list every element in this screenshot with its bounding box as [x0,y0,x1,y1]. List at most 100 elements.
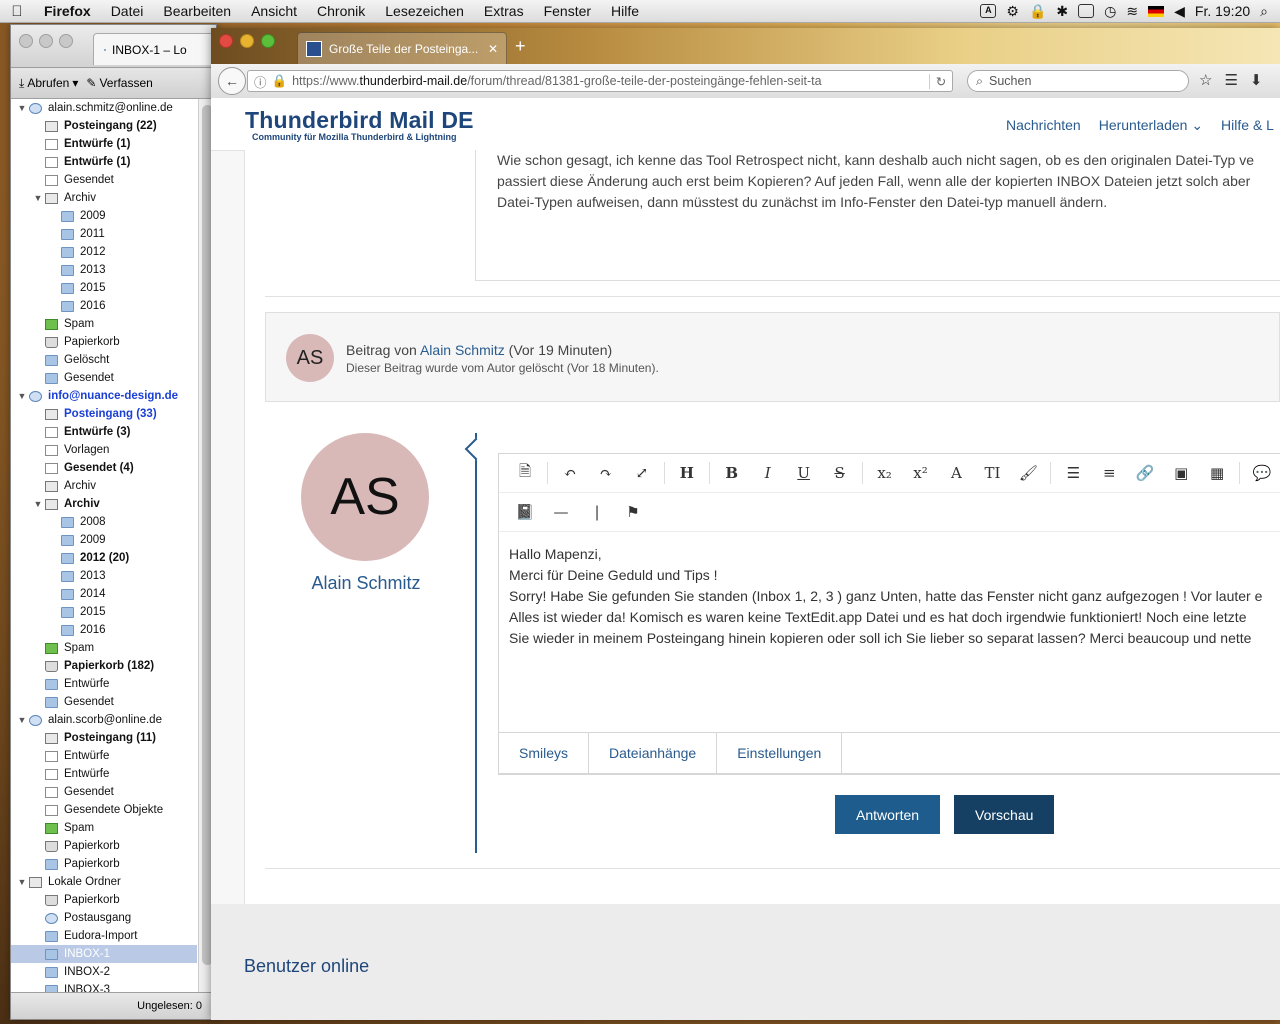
search-field[interactable]: ⌕ Suchen [967,70,1189,92]
menu-ansicht[interactable]: Ansicht [241,3,307,19]
folder-item[interactable]: Postausgang [11,909,197,927]
folder-item[interactable]: Papierkorb (182) [11,657,197,675]
fetch-mail-button[interactable]: ⤓ Abrufen ▾ [19,76,78,91]
zoom-window-button[interactable] [59,34,73,48]
font-size-icon[interactable]: TI [974,464,1010,482]
folder-item[interactable]: 2013 [11,567,197,585]
folder-item[interactable]: ▼ Archiv [11,495,197,513]
zoom-window-button[interactable] [261,34,275,48]
italic-icon[interactable]: I [750,464,786,482]
folder-item[interactable]: 2016 [11,621,197,639]
folder-item[interactable]: Gesendet (4) [11,459,197,477]
undo-icon[interactable]: ↶ [552,464,588,482]
tab-smileys[interactable]: Smileys [499,733,590,773]
menu-fenster[interactable]: Fenster [534,3,601,19]
folder-item[interactable]: ▼ Lokale Ordner [11,873,197,891]
folder-item[interactable]: 2014 [11,585,197,603]
menu-datei[interactable]: Datei [101,3,154,19]
author-link[interactable]: Alain Schmitz [420,342,505,358]
folder-item[interactable]: Papierkorb [11,855,197,873]
folder-item[interactable]: Vorlagen [11,441,197,459]
folder-item[interactable]: Gesendet [11,369,197,387]
author-name-link[interactable]: Alain Schmitz [301,573,431,594]
folder-item[interactable]: 2015 [11,603,197,621]
info-icon[interactable]: ⓘ [254,72,267,91]
reading-list-icon[interactable]: ☰ [1224,71,1237,89]
folder-item[interactable]: 2008 [11,513,197,531]
folder-item[interactable]: 2015 [11,279,197,297]
twisty-icon[interactable]: ▼ [31,193,45,203]
folder-item[interactable]: Entwürfe [11,765,197,783]
folder-item[interactable]: 2012 [11,243,197,261]
display-icon[interactable] [1078,4,1095,18]
folder-item[interactable]: Gesendete Objekte [11,801,197,819]
thunderbird-tab[interactable]: INBOX-1 – Lo [93,33,216,65]
bluetooth-icon[interactable]: ✱ [1056,3,1068,20]
avatar[interactable]: AS [301,433,429,561]
preview-button[interactable]: Vorschau [954,795,1055,834]
folder-item[interactable]: Gesendet [11,171,197,189]
folder-item[interactable]: Posteingang (11) [11,729,197,747]
menu-bearbeiten[interactable]: Bearbeiten [153,3,241,19]
minimize-window-button[interactable] [39,34,53,48]
adobe-icon[interactable]: A [980,4,997,18]
strikethrough-icon[interactable]: S [822,464,858,482]
underline-icon[interactable]: U [786,464,822,482]
cursor-icon[interactable]: | [579,503,615,521]
folder-item[interactable]: ▼ Archiv [11,189,197,207]
folder-item[interactable]: Archiv [11,477,197,495]
apple-icon[interactable]:  [0,3,34,20]
folder-item[interactable]: Eudora-Import [11,927,197,945]
avatar[interactable]: AS [286,334,334,382]
folder-item[interactable]: ▼ alain.schmitz@online.de [11,99,197,117]
site-logo[interactable]: Thunderbird Mail DE Community für Mozill… [245,107,474,142]
link-icon[interactable]: 🔗 [1127,464,1163,482]
folder-item[interactable]: Posteingang (33) [11,405,197,423]
folder-item[interactable]: 2009 [11,207,197,225]
nav-nachrichten[interactable]: Nachrichten [1006,117,1081,134]
list-icon[interactable]: ☰ [1055,464,1091,482]
quote-bubble-icon[interactable]: 💬 [1244,464,1280,482]
bookmark-star-icon[interactable]: ☆ [1199,71,1212,89]
folder-item[interactable]: Posteingang (22) [11,117,197,135]
font-icon[interactable]: A [938,464,974,482]
time-machine-icon[interactable]: ◷ [1104,3,1116,20]
lock-icon[interactable]: 🔒 [1029,3,1046,20]
minimize-window-button[interactable] [240,34,254,48]
twisty-icon[interactable]: ▼ [15,715,29,725]
folder-item[interactable]: Gelöscht [11,351,197,369]
folder-item[interactable]: Spam [11,639,197,657]
superscript-icon[interactable]: x² [903,464,939,482]
twisty-icon[interactable]: ▼ [15,391,29,401]
folder-item[interactable]: Spam [11,819,197,837]
editor-text-area[interactable]: Hallo Mapenzi, Merci für Deine Geduld un… [499,532,1280,661]
folder-item[interactable]: Spam [11,315,197,333]
folder-item[interactable]: 2013 [11,261,197,279]
download-icon[interactable]: ⬇ [1250,71,1263,89]
close-window-button[interactable] [219,34,233,48]
heading-icon[interactable]: H [669,464,705,482]
folder-item[interactable]: Entwürfe (1) [11,135,197,153]
folder-item[interactable]: ▼ alain.scorb@online.de [11,711,197,729]
twisty-icon[interactable]: ▼ [15,877,29,887]
folder-item[interactable]: Papierkorb [11,333,197,351]
nav-herunterladen[interactable]: Herunterladen ⌄ [1099,117,1203,134]
folder-item[interactable]: Gesendet [11,693,197,711]
browser-tab[interactable]: Große Teile der Posteinga... ✕ [297,32,507,64]
clock[interactable]: Fr. 19:20 [1195,3,1250,19]
folder-item[interactable]: 2012 (20) [11,549,197,567]
close-window-button[interactable] [19,34,33,48]
folder-item[interactable]: Gesendet [11,783,197,801]
paintbrush-icon[interactable]: 🖌 [1010,464,1046,482]
back-button[interactable]: ← [218,67,246,95]
folder-item[interactable]: Entwürfe [11,747,197,765]
twisty-icon[interactable]: ▼ [31,499,45,509]
subscript-icon[interactable]: x₂ [867,464,903,482]
horizontal-rule-icon[interactable]: — [543,503,579,521]
reply-button[interactable]: Antworten [835,795,941,834]
folder-item[interactable]: INBOX-2 [11,963,197,981]
volume-icon[interactable]: ◀ [1174,3,1185,20]
url-bar[interactable]: ⓘ 🔒 https://www.thunderbird-mail.de/foru… [247,70,953,92]
menu-extras[interactable]: Extras [474,3,534,19]
table-icon[interactable]: ▦ [1199,464,1235,482]
